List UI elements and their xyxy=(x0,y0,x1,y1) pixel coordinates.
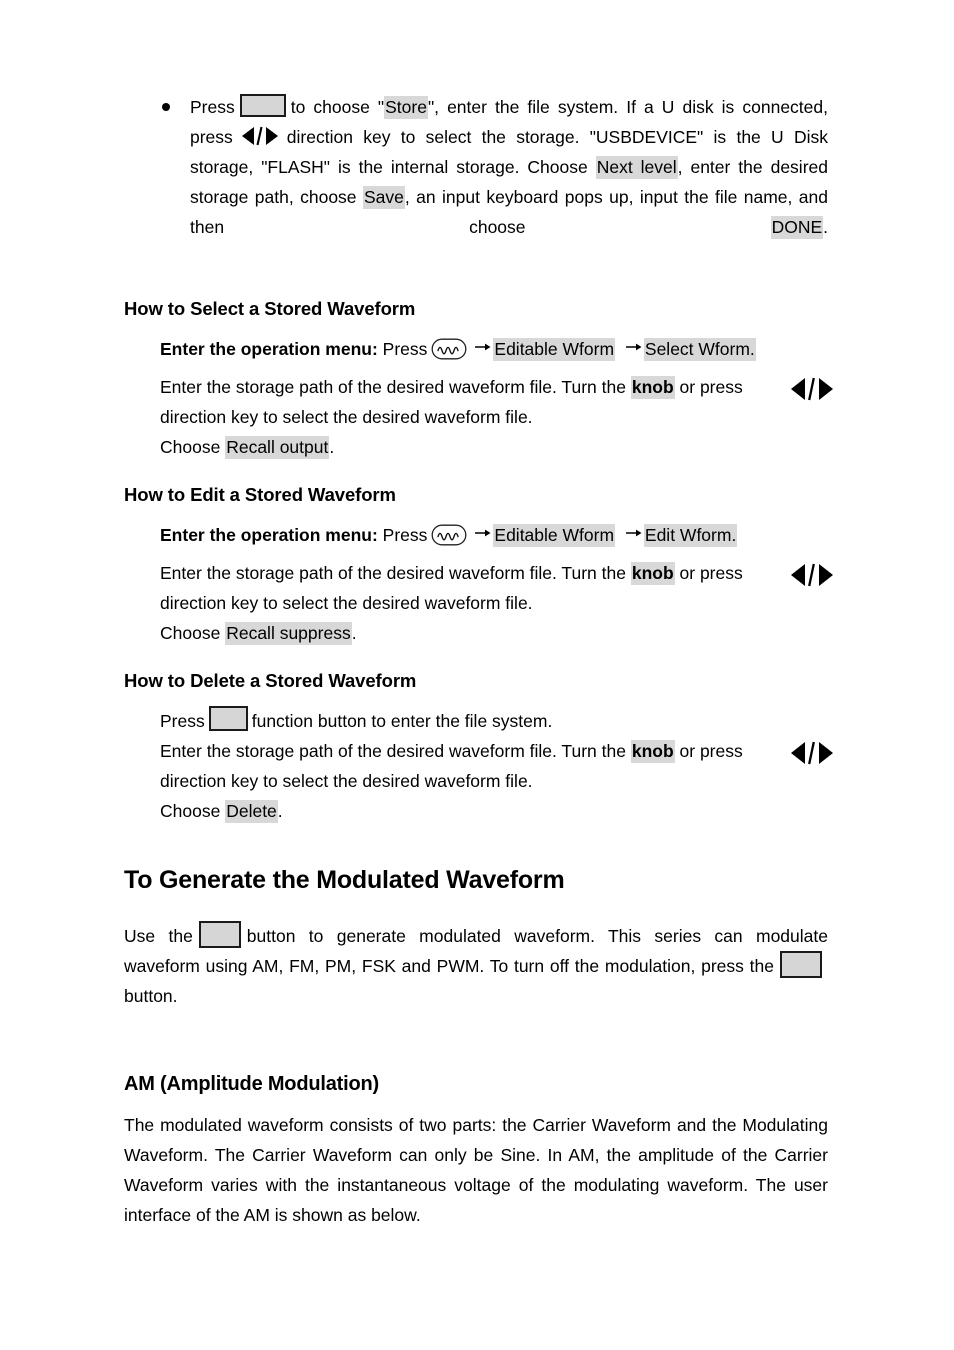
mod-button[interactable] xyxy=(198,921,241,948)
modulation-paragraph: Use the button to generate modulated wave… xyxy=(124,921,828,1041)
operation-menu-label: Enter the operation menu: xyxy=(160,339,378,359)
choose-label: Choose xyxy=(160,801,221,821)
left-right-direction-keys-icon[interactable] xyxy=(788,376,836,402)
menu-arrow-icon-1 xyxy=(474,340,492,354)
edit-body-text-2: or press xyxy=(679,563,743,583)
section-select-body: Enter the operation menu: Press Editable … xyxy=(124,334,833,462)
arb-waveform-key-icon[interactable] xyxy=(431,523,467,547)
store-menu-highlight[interactable]: Store xyxy=(384,96,428,119)
select-body-line-2: direction key to select the desired wave… xyxy=(160,407,533,427)
am-paragraph: The modulated waveform consists of two p… xyxy=(124,1115,828,1225)
select-choose-line: Choose Recall output. xyxy=(160,432,828,462)
delete-body-text-1: Enter the storage path of the desired wa… xyxy=(160,741,626,761)
edit-body-line-1: Enter the storage path of the desired wa… xyxy=(160,558,833,588)
section-delete-body: Press function button to enter the file s… xyxy=(124,706,833,826)
bullet-list-item: Press to choose "Store", enter the file s… xyxy=(124,92,828,272)
menu-item-edit-wform[interactable]: Edit Wform. xyxy=(643,524,738,547)
heading-am-amplitude-modulation: AM (Amplitude Modulation) xyxy=(124,1073,379,1095)
arb-waveform-key-icon[interactable] xyxy=(431,337,467,361)
menu-arrow-icon-2 xyxy=(625,526,643,540)
operation-menu-press: Press xyxy=(382,339,428,359)
left-right-direction-keys-icon[interactable] xyxy=(788,740,836,766)
modulation-seg3: button. xyxy=(124,986,178,1006)
file-function-key-button[interactable] xyxy=(208,706,248,731)
choose-label: Choose xyxy=(160,437,221,457)
edit-body-line-2: direction key to select the desired wave… xyxy=(160,593,533,613)
select-body-text-2: or press xyxy=(679,377,743,397)
knob-highlight[interactable]: knob xyxy=(630,562,675,585)
select-body-line-1: Enter the storage path of the desired wa… xyxy=(160,372,833,402)
left-right-direction-keys-icon[interactable] xyxy=(788,562,836,588)
section-edit-body: Enter the operation menu: Press Editable … xyxy=(124,520,833,648)
select-body-text-1: Enter the storage path of the desired wa… xyxy=(160,377,626,397)
choose-period: . xyxy=(351,623,357,643)
left-right-direction-keys-icon[interactable] xyxy=(239,125,281,147)
delete-body-text-2: or press xyxy=(679,741,743,761)
choose-period: . xyxy=(329,437,335,457)
bullet-text-seg7: . xyxy=(823,217,828,237)
operation-menu-label: Enter the operation menu: xyxy=(160,525,378,545)
delete-body-line-2: direction key to select the desired wave… xyxy=(160,771,533,791)
mod-off-button[interactable] xyxy=(780,951,822,978)
select-operation-menu-line: Enter the operation menu: Press Editable … xyxy=(160,334,828,364)
delete-choose-line: Choose Delete. xyxy=(160,796,828,826)
document-page: Press to choose "Store", enter the file s… xyxy=(0,0,954,1350)
menu-item-select-wform[interactable]: Select Wform. xyxy=(643,338,756,361)
operation-menu-press: Press xyxy=(382,525,428,545)
heading-how-to-edit: How to Edit a Stored Waveform xyxy=(124,484,396,505)
delete-body-line-1: Enter the storage path of the desired wa… xyxy=(160,736,833,766)
modulation-seg1: Use the xyxy=(124,926,193,946)
edit-body-text-1: Enter the storage path of the desired wa… xyxy=(160,563,626,583)
heading-how-to-select: How to Select a Stored Waveform xyxy=(124,298,416,319)
bullet-dot-icon xyxy=(162,103,170,111)
edit-operation-menu-line: Enter the operation menu: Press Editable … xyxy=(160,520,828,550)
edit-choose-line: Choose Recall suppress. xyxy=(160,618,828,648)
bullet-text-seg1: Press xyxy=(190,97,235,117)
bullet-paragraph: Press to choose "Store", enter the file s… xyxy=(190,92,828,272)
menu-arrow-icon-2 xyxy=(625,340,643,354)
choose-label: Choose xyxy=(160,623,221,643)
page-content: Press to choose "Store", enter the file s… xyxy=(124,92,833,1234)
delete-press-rest: function button to enter the file system… xyxy=(251,711,553,731)
heading-how-to-delete: How to Delete a Stored Waveform xyxy=(124,670,417,691)
delete-press-label: Press xyxy=(160,711,205,731)
choose-period: . xyxy=(277,801,283,821)
knob-highlight[interactable]: knob xyxy=(630,376,675,399)
menu-item-recall-suppress[interactable]: Recall suppress xyxy=(225,622,352,645)
save-menu-highlight[interactable]: Save xyxy=(362,186,405,209)
menu-item-editable-wform[interactable]: Editable Wform xyxy=(493,338,616,361)
bullet-text-seg2: to choose " xyxy=(290,97,385,117)
knob-highlight[interactable]: knob xyxy=(630,740,675,763)
delete-press-line: Press function button to enter the file s… xyxy=(160,706,828,736)
next-level-menu-highlight[interactable]: Next level xyxy=(595,156,678,179)
menu-arrow-icon-1 xyxy=(474,526,492,540)
store-key-button[interactable] xyxy=(239,94,286,117)
menu-item-delete[interactable]: Delete xyxy=(225,800,278,823)
heading-generate-modulated-waveform: To Generate the Modulated Waveform xyxy=(124,866,565,894)
done-menu-highlight[interactable]: DONE xyxy=(770,216,824,239)
menu-item-recall-output[interactable]: Recall output xyxy=(225,436,330,459)
menu-item-editable-wform[interactable]: Editable Wform xyxy=(493,524,616,547)
